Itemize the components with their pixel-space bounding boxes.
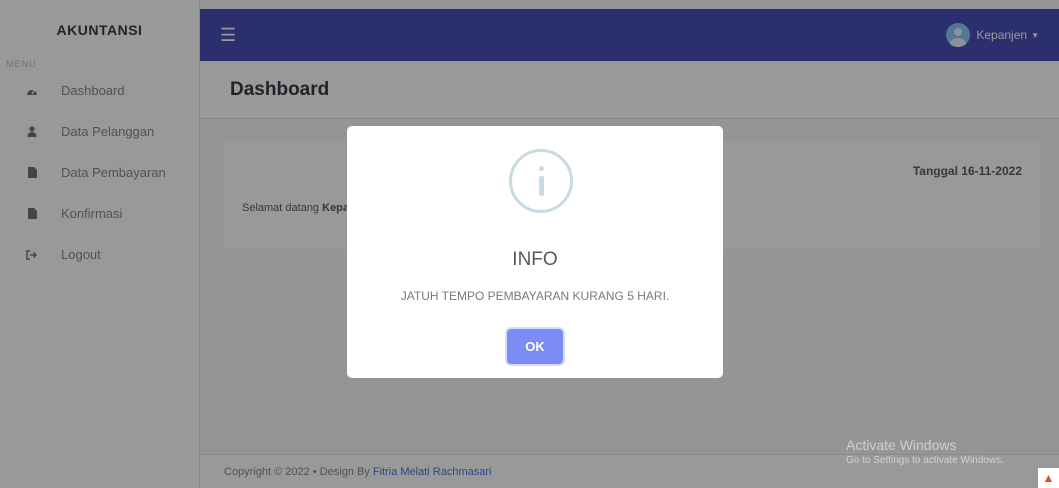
ok-button[interactable]: OK bbox=[507, 329, 563, 364]
watermark-subtitle: Go to Settings to activate Windows. bbox=[846, 455, 1004, 466]
dialog-message: JATUH TEMPO PEMBAYARAN KURANG 5 HARI. bbox=[400, 289, 670, 303]
info-dialog: INFO JATUH TEMPO PEMBAYARAN KURANG 5 HAR… bbox=[347, 126, 723, 378]
watermark-title: Activate Windows bbox=[846, 437, 957, 453]
dialog-title: INFO bbox=[512, 249, 558, 270]
info-icon bbox=[509, 149, 573, 213]
activate-windows-watermark: Activate Windows Go to Settings to activ… bbox=[846, 437, 1004, 466]
flame-icon[interactable]: ▲ bbox=[1038, 468, 1059, 488]
